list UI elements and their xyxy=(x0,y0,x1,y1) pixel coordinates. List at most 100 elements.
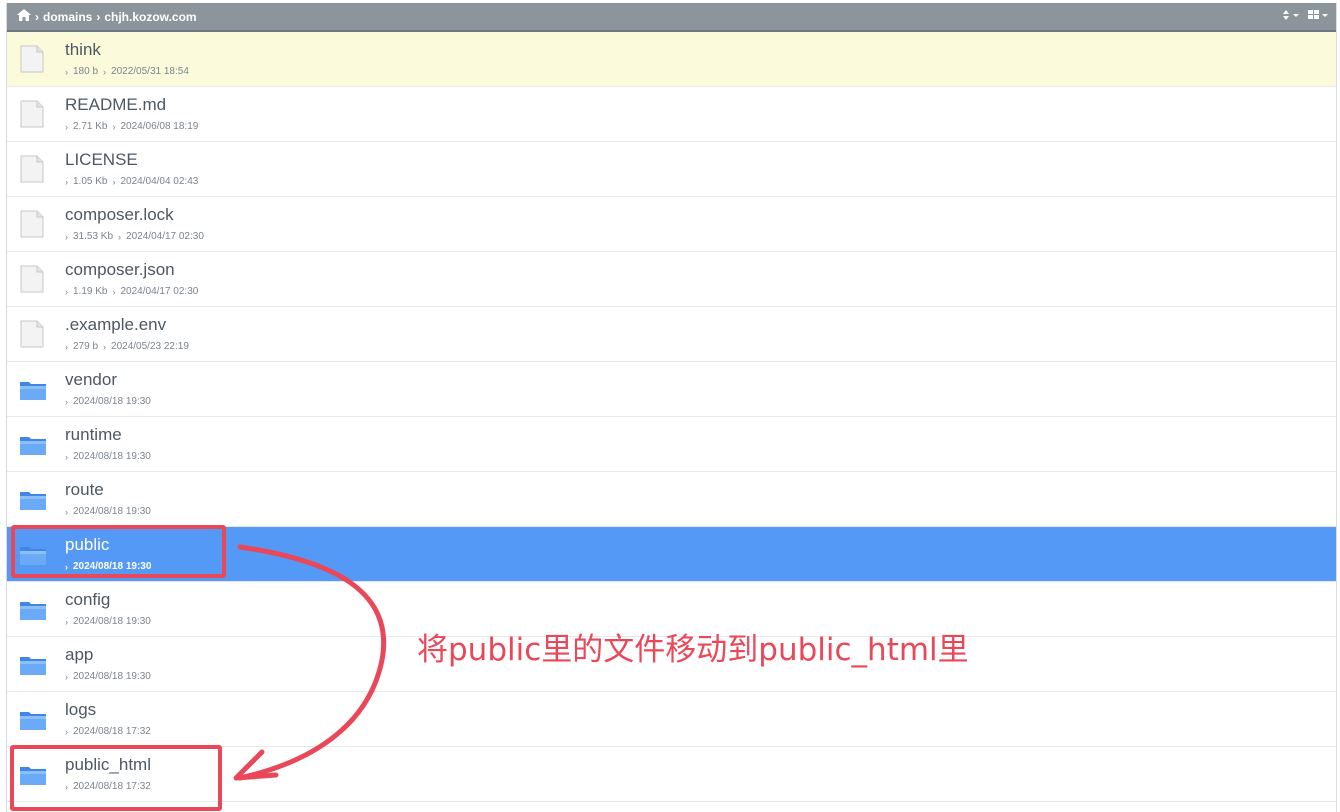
item-name[interactable]: logs xyxy=(65,700,96,720)
chevron-right-icon: › xyxy=(96,9,101,24)
item-meta: › 1.05 Kb › 2024/04/04 02:43 xyxy=(65,176,198,187)
breadcrumb-item[interactable]: domains xyxy=(43,10,92,24)
item-meta: › 2024/08/18 19:30 xyxy=(65,671,151,682)
chevron-right-icon: › xyxy=(118,231,122,242)
toolbar: › domains › chjh.kozow.com xyxy=(7,3,1336,32)
folder-row[interactable]: vendor › 2024/08/18 19:30 xyxy=(7,362,1336,417)
item-meta: › 2.71 Kb › 2024/06/08 18:19 xyxy=(65,121,198,132)
item-meta: › 2024/08/18 19:30 xyxy=(65,506,151,517)
folder-icon xyxy=(19,654,46,682)
item-date: 2024/04/17 02:30 xyxy=(120,286,199,297)
item-date: 2024/08/18 17:32 xyxy=(73,781,151,792)
folder-row[interactable]: config › 2024/08/18 19:30 xyxy=(7,582,1336,637)
item-date: 2024/08/18 17:32 xyxy=(73,726,151,737)
folder-icon xyxy=(19,764,46,792)
chevron-right-icon: › xyxy=(65,616,68,627)
item-date: 2024/08/18 19:30 xyxy=(73,396,151,407)
folder-row[interactable]: runtime › 2024/08/18 19:30 xyxy=(7,417,1336,472)
item-size: 1.05 Kb xyxy=(73,176,108,187)
folder-icon xyxy=(19,544,46,572)
folder-icon xyxy=(19,599,46,627)
folder-row[interactable]: route › 2024/08/18 19:30 xyxy=(7,472,1336,527)
file-row[interactable]: think › 180 b › 2022/05/31 18:54 xyxy=(7,32,1336,87)
item-meta: › 31.53 Kb › 2024/04/17 02:30 xyxy=(65,231,204,242)
item-name[interactable]: .example.env xyxy=(65,315,166,335)
chevron-right-icon: › xyxy=(65,66,68,77)
grid-view-icon[interactable] xyxy=(1308,9,1330,24)
item-name[interactable]: vendor xyxy=(65,370,117,390)
item-meta: › 279 b › 2024/05/23 22:19 xyxy=(65,341,189,352)
file-icon xyxy=(19,45,45,73)
item-name[interactable]: public xyxy=(65,535,109,555)
item-meta: › 180 b › 2022/05/31 18:54 xyxy=(65,66,189,77)
item-meta: › 2024/08/18 19:30 xyxy=(65,396,151,407)
home-icon[interactable] xyxy=(17,9,31,24)
chevron-right-icon: › xyxy=(65,506,68,517)
chevron-right-icon: › xyxy=(112,286,116,297)
item-date: 2024/08/18 19:30 xyxy=(73,616,151,627)
item-date: 2024/04/04 02:43 xyxy=(120,176,199,187)
file-row[interactable]: LICENSE › 1.05 Kb › 2024/04/04 02:43 xyxy=(7,142,1336,197)
chevron-right-icon: › xyxy=(103,66,107,77)
folder-icon xyxy=(19,709,46,737)
chevron-right-icon: › xyxy=(65,231,68,242)
item-name[interactable]: composer.lock xyxy=(65,205,174,225)
chevron-right-icon: › xyxy=(65,396,68,407)
item-name[interactable]: README.md xyxy=(65,95,166,115)
breadcrumb: › domains › chjh.kozow.com xyxy=(17,9,197,24)
item-meta: › 2024/08/18 17:32 xyxy=(65,781,151,792)
file-list: think › 180 b › 2022/05/31 18:54 README.md › 2.… xyxy=(7,32,1336,802)
item-size: 1.19 Kb xyxy=(73,286,108,297)
file-row[interactable]: composer.json › 1.19 Kb › 2024/04/17 02:30 xyxy=(7,252,1336,307)
chevron-right-icon: › xyxy=(65,781,68,792)
chevron-right-icon: › xyxy=(103,341,107,352)
file-icon xyxy=(19,265,45,293)
chevron-right-icon: › xyxy=(112,176,116,187)
item-date: 2024/04/17 02:30 xyxy=(126,231,204,242)
item-name[interactable]: app xyxy=(65,645,93,665)
item-name[interactable]: runtime xyxy=(65,425,122,445)
breadcrumb-item[interactable]: chjh.kozow.com xyxy=(104,10,196,24)
item-size: 279 b xyxy=(73,341,99,352)
item-date: 2024/06/08 18:19 xyxy=(120,121,199,132)
file-icon xyxy=(19,320,45,348)
item-name[interactable]: think xyxy=(65,40,101,60)
file-row[interactable]: composer.lock › 31.53 Kb › 2024/04/17 02:30 xyxy=(7,197,1336,252)
chevron-right-icon: › xyxy=(65,561,68,572)
folder-icon xyxy=(19,379,46,407)
toolbar-actions xyxy=(1282,9,1330,24)
sort-icon[interactable] xyxy=(1282,9,1300,24)
chevron-right-icon: › xyxy=(65,726,68,737)
item-meta: › 2024/08/18 19:30 xyxy=(65,561,151,572)
chevron-right-icon: › xyxy=(65,121,68,132)
item-size: 2.71 Kb xyxy=(73,121,108,132)
item-name[interactable]: LICENSE xyxy=(65,150,138,170)
file-row[interactable]: README.md › 2.71 Kb › 2024/06/08 18:19 xyxy=(7,87,1336,142)
item-name[interactable]: config xyxy=(65,590,110,610)
folder-icon xyxy=(19,489,46,517)
item-size: 31.53 Kb xyxy=(73,231,114,242)
chevron-right-icon: › xyxy=(112,121,116,132)
item-date: 2024/08/18 19:30 xyxy=(73,671,151,682)
item-meta: › 2024/08/18 19:30 xyxy=(65,451,151,462)
item-date: 2024/08/18 19:30 xyxy=(73,451,151,462)
item-name[interactable]: route xyxy=(65,480,104,500)
file-icon xyxy=(19,210,45,238)
chevron-right-icon: › xyxy=(65,451,68,462)
file-row[interactable]: .example.env › 279 b › 2024/05/23 22:19 xyxy=(7,307,1336,362)
folder-row[interactable]: public_html › 2024/08/18 17:32 xyxy=(7,747,1336,802)
item-name[interactable]: public_html xyxy=(65,755,151,775)
folder-row[interactable]: public › 2024/08/18 19:30 xyxy=(7,527,1336,582)
item-date: 2022/05/31 18:54 xyxy=(111,66,189,77)
item-date: 2024/05/23 22:19 xyxy=(111,341,189,352)
file-icon xyxy=(19,100,45,128)
chevron-right-icon: › xyxy=(65,286,68,297)
item-name[interactable]: composer.json xyxy=(65,260,175,280)
item-meta: › 2024/08/18 19:30 xyxy=(65,616,151,627)
chevron-right-icon: › xyxy=(65,671,68,682)
folder-row[interactable]: app › 2024/08/18 19:30 xyxy=(7,637,1336,692)
file-icon xyxy=(19,155,45,183)
item-size: 180 b xyxy=(73,66,99,77)
item-date: 2024/08/18 19:30 xyxy=(73,561,152,572)
folder-row[interactable]: logs › 2024/08/18 17:32 xyxy=(7,692,1336,747)
